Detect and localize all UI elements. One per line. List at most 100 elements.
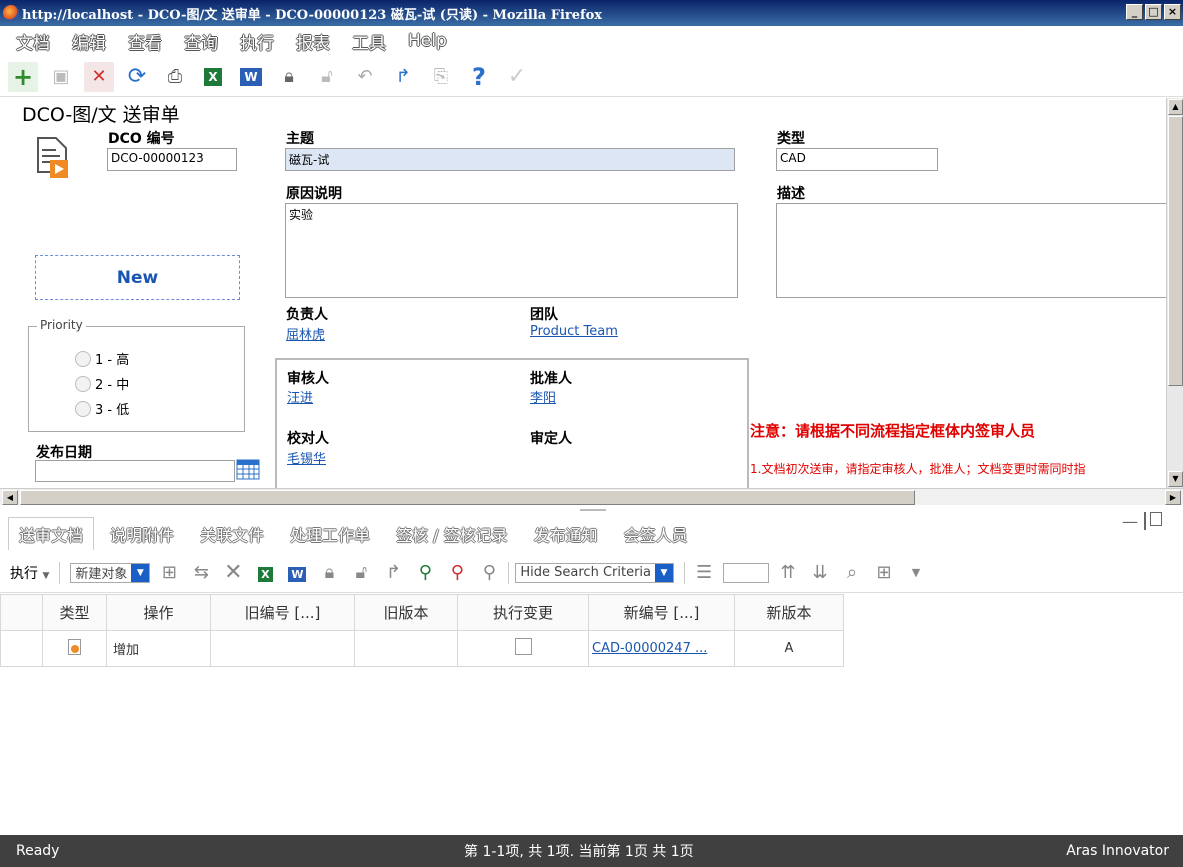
row-execute-change-cell: [457, 630, 589, 667]
calendar-icon[interactable]: [236, 458, 260, 480]
splitter-handle[interactable]: [580, 509, 606, 511]
version-icon[interactable]: ⎘: [426, 62, 456, 92]
lock-row-icon[interactable]: 🔒︎: [316, 562, 342, 583]
execute-change-checkbox[interactable]: [514, 638, 532, 655]
new-icon[interactable]: +: [8, 61, 38, 92]
team-link[interactable]: Product Team: [530, 324, 618, 339]
menu-document[interactable]: 文档: [16, 29, 50, 54]
unlock-icon[interactable]: 🔓︎: [312, 62, 342, 92]
type-field[interactable]: CAD: [776, 148, 938, 171]
priority-option-3[interactable]: 3 - 低: [75, 399, 129, 418]
scroll-thumb[interactable]: [1168, 116, 1183, 386]
menu-help[interactable]: Help: [408, 31, 447, 51]
undo-icon[interactable]: ↶: [350, 62, 380, 92]
tab-work-orders[interactable]: 处理工作单: [280, 518, 380, 550]
grid-header-action[interactable]: 操作: [106, 594, 211, 631]
close-button[interactable]: ×: [1164, 4, 1181, 20]
scroll-left-arrow-icon[interactable]: ◀: [2, 490, 18, 505]
grid-header-type[interactable]: 类型: [42, 594, 107, 631]
status-paging: 第 1-1项, 共 1项. 当前第 1页 共 1页: [464, 844, 694, 860]
radio-icon[interactable]: [75, 400, 91, 417]
tab-related-files[interactable]: 关联文件: [190, 518, 274, 550]
tab-release-notice[interactable]: 发布通知: [524, 518, 608, 550]
add-row-icon[interactable]: ⊞: [156, 562, 182, 583]
scroll-thumb[interactable]: [20, 490, 915, 505]
menu-view[interactable]: 查看: [128, 29, 162, 54]
owner-link[interactable]: 屈林虎: [286, 324, 325, 343]
grid-header-new-number[interactable]: 新编号 [...]: [588, 594, 735, 631]
grid-header-old-number[interactable]: 旧编号 [...]: [210, 594, 355, 631]
form-horizontal-scrollbar[interactable]: ◀ ▶: [0, 488, 1183, 505]
hide-search-criteria-select[interactable]: Hide Search Criteria ▼: [515, 562, 675, 583]
menu-query[interactable]: 查询: [184, 29, 218, 54]
execute-menu[interactable]: 执行 ▼: [10, 563, 49, 583]
save-icon[interactable]: ▣: [46, 62, 76, 92]
delete-row-icon[interactable]: ✕: [220, 560, 246, 585]
priority-option-2[interactable]: 2 - 中: [75, 374, 129, 393]
more-options-icon[interactable]: ▼: [903, 566, 929, 579]
find-icon[interactable]: ⌕: [839, 562, 865, 583]
promote-row-icon[interactable]: ↱: [380, 562, 406, 583]
radio-icon[interactable]: [75, 375, 91, 392]
refresh-icon[interactable]: ⟳: [122, 62, 152, 92]
reason-textarea[interactable]: 实验: [285, 203, 738, 298]
sort-ascending-icon[interactable]: ⇈: [775, 562, 801, 583]
delete-icon[interactable]: ✕: [84, 61, 114, 92]
page-size-input[interactable]: [723, 562, 770, 583]
clear-search-icon[interactable]: ⚲: [444, 562, 470, 583]
dropdown-arrow-icon: ▼: [42, 570, 50, 581]
scroll-up-arrow-icon[interactable]: ▲: [1168, 99, 1183, 115]
dropdown-arrow-icon: ▼: [131, 563, 150, 582]
check-icon[interactable]: ✓: [502, 62, 532, 92]
approver-link[interactable]: 李阳: [530, 387, 556, 406]
tab-attachments[interactable]: 说明附件: [100, 518, 184, 550]
menu-report[interactable]: 报表: [296, 29, 330, 54]
excel-icon[interactable]: X: [198, 62, 228, 92]
release-date-field[interactable]: [35, 460, 235, 482]
search-options-icon[interactable]: ⚲: [476, 562, 502, 583]
table-row[interactable]: 增加 CAD-00000247 ... A: [0, 630, 844, 667]
maximize-button[interactable]: □: [1145, 4, 1162, 20]
grid-header-execute-change[interactable]: 执行变更: [457, 594, 589, 631]
new-number-link[interactable]: CAD-00000247 ...: [592, 641, 707, 656]
help-icon[interactable]: ?: [464, 62, 494, 92]
grid-header-new-version[interactable]: 新版本: [734, 594, 844, 631]
priority-option-1[interactable]: 1 - 高: [75, 349, 129, 368]
column-add-icon[interactable]: ⊞: [871, 562, 897, 583]
radio-icon[interactable]: [75, 350, 91, 367]
menu-edit[interactable]: 编辑: [72, 29, 106, 54]
minimize-button[interactable]: _: [1126, 4, 1143, 20]
page-size-icon[interactable]: ☰: [691, 562, 717, 583]
maximize-pane-icon[interactable]: [1144, 512, 1164, 530]
print-icon[interactable]: ⎙: [160, 62, 190, 92]
word-export-icon[interactable]: W: [284, 562, 310, 583]
reviewer-link[interactable]: 汪进: [287, 387, 313, 406]
window-titlebar: http://localhost - DCO-图/文 送审单 - DCO-000…: [0, 0, 1183, 26]
scroll-down-arrow-icon[interactable]: ▼: [1168, 471, 1183, 487]
lock-icon[interactable]: 🔒︎: [274, 62, 304, 92]
excel-export-icon[interactable]: X: [252, 562, 278, 583]
tab-review-documents[interactable]: 送审文档: [8, 517, 95, 550]
tab-signoffs[interactable]: 签核 / 签核记录: [386, 518, 518, 550]
unlock-row-icon[interactable]: 🔓︎: [348, 562, 374, 583]
menu-tools[interactable]: 工具: [352, 29, 386, 54]
grid-header-select[interactable]: [0, 594, 43, 631]
grid-header-old-version[interactable]: 旧版本: [354, 594, 458, 631]
checker-link[interactable]: 毛锡华: [287, 448, 326, 467]
menu-execute[interactable]: 执行: [240, 29, 274, 54]
reviewer-label: 审核人: [287, 371, 329, 387]
search-icon[interactable]: ⚲: [412, 562, 438, 583]
new-object-select[interactable]: 新建对象 ▼: [70, 562, 151, 583]
row-select-cell[interactable]: [0, 630, 43, 667]
sort-descending-icon[interactable]: ⇊: [807, 562, 833, 583]
subject-field[interactable]: 磁瓦-试: [285, 148, 735, 171]
word-icon[interactable]: W: [236, 62, 266, 92]
description-textarea[interactable]: [776, 203, 1166, 298]
scroll-right-arrow-icon[interactable]: ▶: [1165, 490, 1181, 505]
promote-icon[interactable]: ↱: [388, 62, 418, 92]
tab-countersigners[interactable]: 会签人员: [614, 518, 698, 550]
dco-number-field[interactable]: DCO-00000123: [107, 148, 237, 171]
form-vertical-scrollbar[interactable]: ▲ ▼: [1166, 98, 1183, 488]
pick-replace-icon[interactable]: ⇆: [188, 562, 214, 583]
minimize-pane-icon[interactable]: —: [1122, 512, 1138, 531]
